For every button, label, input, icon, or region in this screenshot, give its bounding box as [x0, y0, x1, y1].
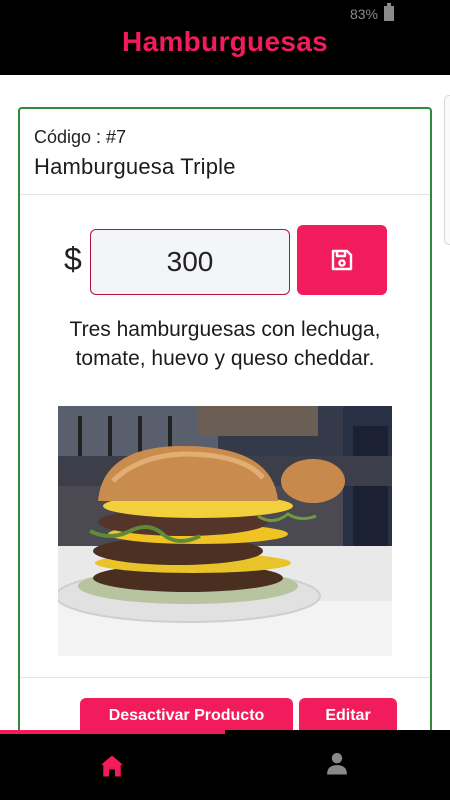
battery-icon	[384, 3, 394, 21]
product-card-footer: Desactivar Producto Editar	[20, 677, 430, 730]
product-photo	[58, 406, 392, 656]
status-bar: 83%	[0, 0, 450, 26]
price-row: $	[20, 225, 430, 295]
save-icon	[331, 249, 353, 271]
product-card: Código : #7 Hamburguesa Triple $ Tres ha…	[18, 107, 432, 730]
deactivate-product-button[interactable]: Desactivar Producto	[80, 698, 293, 730]
nav-profile-button[interactable]	[323, 750, 353, 780]
product-description: Tres hamburguesas con lechuga, tomate, h…	[69, 318, 381, 370]
nav-home-button[interactable]	[98, 752, 128, 782]
product-name: Hamburguesa Triple	[34, 154, 236, 179]
product-code: Código : #7	[34, 127, 127, 147]
price-input[interactable]	[90, 229, 290, 295]
currency-symbol: $	[64, 241, 82, 277]
battery-level: 83%	[349, 6, 378, 22]
product-card-header: Código : #7 Hamburguesa Triple	[20, 109, 430, 195]
app-title: Hamburguesas	[122, 26, 328, 57]
main-content[interactable]: Código : #7 Hamburguesa Triple $ Tres ha…	[0, 75, 450, 730]
app-bar: Hamburguesas	[0, 26, 450, 75]
edit-product-button[interactable]: Editar	[299, 698, 397, 730]
burger-image	[58, 406, 392, 656]
save-price-button[interactable]	[297, 225, 387, 295]
bottom-navigation	[0, 734, 450, 800]
scroll-indicator[interactable]	[444, 95, 450, 245]
person-icon	[327, 752, 347, 775]
home-icon	[100, 755, 124, 777]
